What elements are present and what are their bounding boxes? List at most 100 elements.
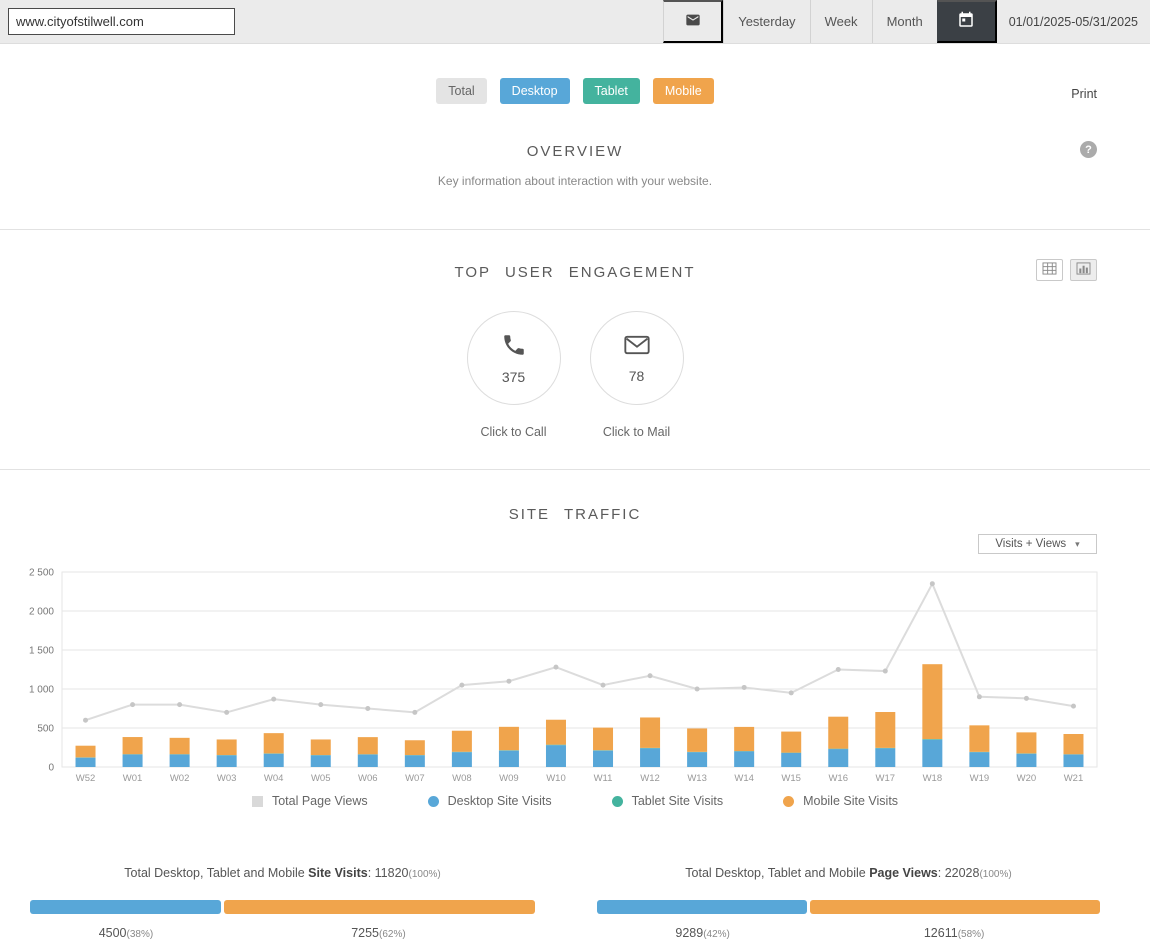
bar-segment: [969, 752, 990, 767]
svg-text:W10: W10: [546, 773, 566, 784]
legend-item[interactable]: Tablet Site Visits: [611, 794, 724, 808]
svg-text:2 000: 2 000: [29, 607, 54, 618]
bar-segment: [734, 751, 755, 767]
dropdown-row: Visits + Views ▾: [0, 534, 1150, 554]
trend-dot: [318, 702, 324, 708]
legend-marker: [783, 795, 795, 807]
svg-text:W18: W18: [923, 773, 943, 784]
url-input[interactable]: [8, 8, 235, 35]
table-view-button[interactable]: [1036, 259, 1063, 281]
trend-dot: [506, 678, 512, 684]
mobile-visits-value: 7255(62%): [351, 926, 406, 940]
svg-text:W06: W06: [358, 773, 378, 784]
help-icon[interactable]: ?: [1080, 141, 1097, 158]
trend-dot: [130, 702, 136, 708]
month-button[interactable]: Month: [871, 0, 937, 43]
mobile-visits-segment: [223, 900, 535, 914]
filter-mobile-button[interactable]: Mobile: [652, 78, 714, 104]
bar-segment: [451, 730, 472, 752]
click-to-call-count: 375: [501, 368, 526, 385]
svg-text:W20: W20: [1017, 773, 1037, 784]
bar-segment: [169, 737, 190, 755]
site-traffic-chart: W52 W01 W02 W03 W04 W05 W06 W07 W08 W09 W10 W11 W12 W…: [29, 568, 1098, 784]
trend-dot: [788, 690, 794, 696]
trend-dot: [224, 709, 230, 715]
svg-text:W14: W14: [734, 773, 754, 784]
bar-segment: [357, 754, 378, 767]
legend-label: Desktop Site Visits: [447, 794, 552, 808]
click-to-call-circle[interactable]: 375: [466, 311, 561, 405]
trend-dot: [741, 684, 747, 690]
bar-segment: [734, 726, 755, 752]
mobile-views-segment: [810, 900, 1100, 914]
metric-dropdown[interactable]: Visits + Views ▾: [978, 534, 1097, 554]
svg-text:W13: W13: [687, 773, 707, 784]
bar-segment: [498, 750, 519, 767]
svg-text:W17: W17: [876, 773, 896, 784]
summary-title-value: : 11820: [367, 866, 409, 880]
engagement-title: TOP USER ENGAGEMENT: [454, 264, 696, 281]
svg-text:W02: W02: [170, 773, 190, 784]
svg-text:500: 500: [37, 724, 54, 735]
filter-tablet-button[interactable]: Tablet: [582, 78, 640, 104]
filter-desktop-button[interactable]: Desktop: [499, 78, 570, 104]
circle-labels: Click to Call Click to Mail: [0, 425, 1150, 439]
svg-text:W04: W04: [264, 773, 284, 784]
legend-item[interactable]: Total Page Views: [251, 794, 368, 808]
site-traffic-section: SITE TRAFFIC Visits + Views ▾ W52 W01 W02 W…: [0, 470, 1150, 940]
svg-text:W21: W21: [1064, 773, 1084, 784]
click-to-mail-circle[interactable]: 78: [589, 311, 684, 405]
bar-segment: [169, 754, 190, 767]
filter-total-button[interactable]: Total: [436, 78, 487, 104]
trend-dot: [459, 682, 465, 688]
print-link[interactable]: Print: [1071, 87, 1097, 101]
summary-title-pct: (100%): [979, 869, 1012, 880]
summary-title-value: : 22028: [937, 866, 980, 880]
mail-report-button[interactable]: [663, 0, 724, 43]
trend-dot: [647, 673, 653, 679]
trend-dot: [83, 717, 89, 723]
bar-segment: [640, 717, 661, 748]
legend-item[interactable]: Desktop Site Visits: [427, 794, 552, 808]
view-toggles: [1036, 259, 1097, 281]
bar-segment: [498, 726, 519, 751]
click-to-mail-label: Click to Mail: [602, 425, 671, 439]
site-visits-summary-title: Total Desktop, Tablet and Mobile Site Vi…: [30, 866, 535, 880]
desktop-visits-value: 4500(38%): [98, 926, 154, 940]
bar-segment: [404, 740, 425, 756]
page-views-numbers: 9289(42%) 12611(58%): [597, 926, 1100, 940]
bar-segment: [357, 737, 378, 755]
bar-segment: [310, 739, 331, 756]
bar-segment: [593, 750, 614, 767]
trend-dot: [835, 667, 841, 672]
chart-view-button[interactable]: [1070, 259, 1097, 281]
bar-chart-icon: [1076, 262, 1091, 278]
trend-dot: [1023, 695, 1029, 701]
svg-text:W03: W03: [217, 773, 237, 784]
topbar: Yesterday Week Month 01/01/2025-05/31/20…: [0, 0, 1150, 44]
bar-segment: [969, 725, 990, 752]
calendar-button[interactable]: [936, 0, 997, 43]
trend-dot: [882, 668, 888, 674]
legend-label: Tablet Site Visits: [631, 794, 724, 808]
summary-title-prefix: Total Desktop, Tablet and Mobile: [685, 866, 870, 880]
bar-segment: [216, 739, 237, 756]
legend-marker: [251, 795, 263, 807]
click-to-mail-count: 78: [628, 367, 645, 384]
bar-segment: [545, 745, 566, 767]
bar-segment: [922, 739, 943, 740]
legend-marker: [427, 795, 439, 807]
overview-subtitle: Key information about interaction with y…: [437, 174, 713, 188]
desktop-views-value: 9289(42%): [675, 926, 730, 940]
calendar-icon: [957, 11, 975, 32]
summary-title-pct: (100%): [408, 869, 441, 880]
phone-icon: [501, 332, 527, 363]
trend-dot: [365, 706, 371, 711]
bar-segment: [875, 712, 896, 748]
site-visits-summary: Total Desktop, Tablet and Mobile Site Vi…: [0, 866, 575, 940]
bar-segment: [1016, 753, 1037, 767]
yesterday-button[interactable]: Yesterday: [723, 0, 809, 43]
week-button[interactable]: Week: [809, 0, 872, 43]
trend-dot: [1070, 703, 1076, 709]
legend-item[interactable]: Mobile Site Visits: [783, 794, 898, 808]
